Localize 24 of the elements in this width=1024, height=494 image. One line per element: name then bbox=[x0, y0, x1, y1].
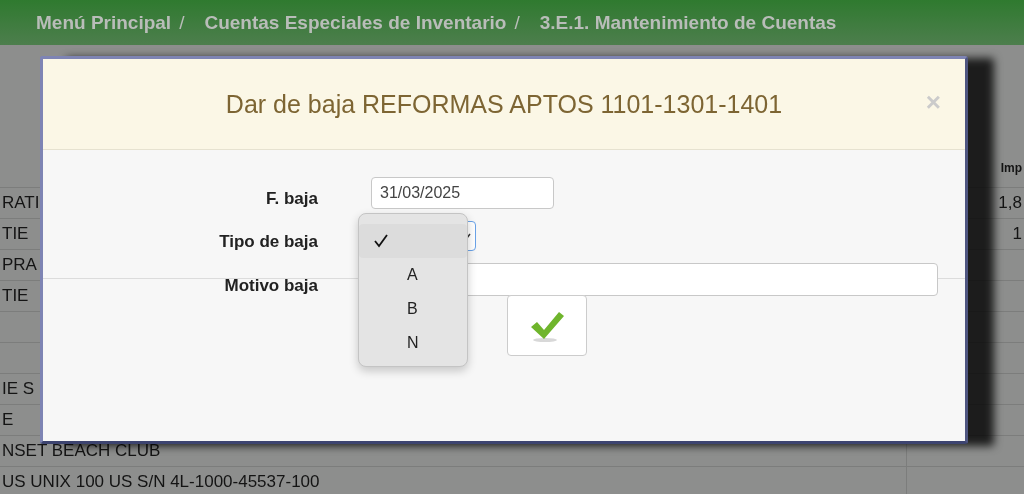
field-label: Tipo de baja bbox=[218, 231, 318, 252]
dropdown-option[interactable] bbox=[359, 224, 467, 258]
field-label: Motivo baja bbox=[223, 274, 318, 296]
table-cell: RATI bbox=[2, 193, 40, 213]
check-icon bbox=[374, 234, 388, 248]
breadcrumb-separator: / bbox=[179, 11, 185, 34]
table-cell: 1 bbox=[1012, 224, 1022, 244]
date-field[interactable]: 31/03/2025 bbox=[371, 177, 554, 209]
breadcrumb-separator: / bbox=[514, 11, 520, 34]
dropdown-option[interactable]: B bbox=[359, 292, 467, 326]
table-cell: TIE bbox=[2, 224, 29, 244]
table-cell: E bbox=[2, 410, 14, 430]
table-cell: TIE bbox=[2, 286, 29, 306]
dropdown-option[interactable]: N bbox=[359, 326, 467, 360]
dialog-title: Dar de baja REFORMAS APTOS 1101-1301-1401 bbox=[225, 89, 783, 119]
dropdown-option[interactable]: A bbox=[359, 258, 467, 292]
table-cell: 1,8 bbox=[998, 193, 1022, 213]
table-cell: US UNIX 100 US S/N 4L-1000-45537-100 bbox=[2, 472, 320, 492]
table-cell: IE S bbox=[2, 379, 35, 399]
table-cell: NSET BEACH CLUB bbox=[2, 441, 161, 461]
confirm-button[interactable] bbox=[507, 295, 587, 356]
field-label: F. baja bbox=[265, 188, 318, 209]
column-header: Imp bbox=[1000, 161, 1022, 175]
table-cell: PRA bbox=[2, 255, 37, 275]
